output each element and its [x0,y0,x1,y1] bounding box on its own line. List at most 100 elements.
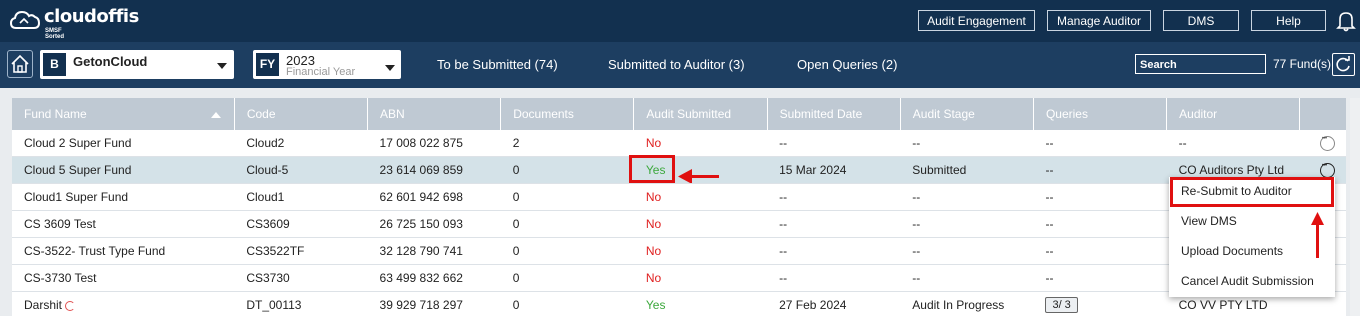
fund-code: Cloud-5 [234,156,368,184]
fund-documents: 2 [500,130,634,157]
submitted-date: -- [767,183,901,211]
fund-count: 77 Fund(s) [1273,57,1332,71]
bell-icon[interactable] [1336,10,1356,32]
search-input[interactable]: Search [1135,54,1266,74]
funds-table: Fund Name Code ABN Documents Audit Submi… [12,98,1346,316]
top-bar [0,0,1360,42]
year-select[interactable]: FY 2023 Financial Year [253,50,401,79]
fund-name[interactable]: Cloud1 Super Fund [12,183,235,211]
audit-submitted: No [633,130,768,157]
fund-abn: 32 128 790 741 [367,237,501,265]
cancel-audit-submission-item[interactable]: Cancel Audit Submission [1181,274,1314,288]
home-button[interactable] [7,50,33,78]
highlight-box-yes [629,155,675,183]
dms-button[interactable]: DMS [1163,10,1239,31]
submitted-date: 27 Feb 2024 [767,291,901,316]
table-row[interactable]: CS-3730 Test CS3730 63 499 832 662 0 No … [12,264,1346,292]
vertical-scrollbar[interactable] [1350,98,1360,316]
audit-stage: -- [900,237,1034,265]
table-row[interactable]: CS-3522- Trust Type Fund CS3522TF 32 128… [12,237,1346,265]
arrow-up-shaft [1316,222,1319,258]
col-fund-name[interactable]: Fund Name [12,98,235,130]
submitted-date: -- [767,130,901,157]
fund-code: CS3730 [234,264,368,292]
fund-abn: 23 614 069 859 [367,156,501,184]
audit-stage: -- [900,264,1034,292]
fund-code: CS3609 [234,210,368,238]
fund-name[interactable]: Cloud 2 Super Fund [12,130,235,157]
table-row[interactable]: Cloud 2 Super Fund Cloud2 17 008 022 875… [12,130,1346,157]
year-badge: FY [256,53,279,76]
fund-abn: 26 725 150 093 [367,210,501,238]
submitted-date: -- [767,237,901,265]
arrow-up-icon [1311,212,1324,225]
table-row[interactable]: CS 3609 Test CS3609 26 725 150 093 0 No … [12,210,1346,238]
arrow-left-icon [678,169,692,183]
audit-submitted: No [633,237,768,265]
fund-documents: 0 [500,264,634,292]
table-row[interactable]: Cloud1 Super Fund Cloud1 62 601 942 698 … [12,183,1346,211]
queries: -- [1033,237,1167,265]
col-documents[interactable]: Documents [500,98,635,130]
col-abn[interactable]: ABN [367,98,502,130]
tab-to-be-submitted[interactable]: To be Submitted (74) [437,57,558,72]
entity-select[interactable]: B GetonCloud [40,50,234,79]
col-fund-name-label: Fund Name [24,107,87,121]
chevron-down-icon [217,63,227,69]
audit-submitted: No [633,210,768,238]
fund-name[interactable]: CS-3730 Test [12,264,235,292]
col-auditor[interactable]: Auditor [1166,98,1301,130]
table-row[interactable]: Darshit DT_00113 39 929 718 297 0 Yes 27… [12,291,1346,316]
fund-documents: 0 [500,156,634,184]
submitted-date: -- [767,210,901,238]
submitted-date: 15 Mar 2024 [767,156,901,184]
loading-spinner-icon [65,300,76,311]
fund-name[interactable]: CS 3609 Test [12,210,235,238]
audit-submitted: Yes [633,291,768,316]
audit-engagement-button[interactable]: Audit Engagement [918,10,1035,31]
help-button[interactable]: Help [1251,10,1326,31]
manage-auditor-button[interactable]: Manage Auditor [1047,10,1151,31]
upload-documents-item[interactable]: Upload Documents [1181,244,1283,258]
audit-stage: -- [900,130,1034,157]
queries: -- [1033,156,1167,184]
audit-stage: Audit In Progress [900,291,1034,316]
tab-open-queries[interactable]: Open Queries (2) [797,57,897,72]
home-icon [11,54,29,73]
fund-name[interactable]: Darshit [24,298,62,312]
queries: -- [1033,264,1167,292]
fund-abn: 39 929 718 297 [367,291,501,316]
queries-badge[interactable]: 3/ 3 [1045,297,1078,313]
submitted-date: -- [767,264,901,292]
fund-code: CS3522TF [234,237,368,265]
more-options-icon[interactable] [1319,162,1335,178]
fund-code: Cloud2 [234,130,368,157]
cloud-logo-icon [10,10,40,29]
sort-up-icon[interactable] [210,112,221,118]
arrow-left-shaft [690,175,719,178]
entity-name: GetonCloud [73,54,148,69]
queries: -- [1033,130,1167,157]
view-dms-item[interactable]: View DMS [1181,214,1237,228]
audit-stage: -- [900,210,1034,238]
table-header: Fund Name Code ABN Documents Audit Submi… [12,98,1346,130]
fund-name[interactable]: Cloud 5 Super Fund [12,156,235,184]
col-audit-submitted[interactable]: Audit Submitted [633,98,768,130]
fund-name[interactable]: CS-3522- Trust Type Fund [12,237,235,265]
col-audit-stage[interactable]: Audit Stage [900,98,1034,130]
refresh-button[interactable] [1332,53,1355,76]
fund-documents: 0 [500,291,634,316]
fund-code: DT_00113 [234,291,368,316]
tab-submitted-to-auditor[interactable]: Submitted to Auditor (3) [608,57,745,72]
col-submitted-date[interactable]: Submitted Date [767,98,901,130]
fund-documents: 0 [500,237,634,265]
more-options-icon[interactable] [1319,135,1335,151]
fund-abn: 63 499 832 662 [367,264,501,292]
refresh-icon [1336,56,1350,72]
queries: -- [1033,210,1167,238]
queries-cell: 3/ 3 [1033,291,1167,316]
col-code[interactable]: Code [234,98,369,130]
year-caption: Financial Year [286,66,356,78]
col-queries[interactable]: Queries [1033,98,1168,130]
fund-name-cell[interactable]: Darshit [12,291,235,316]
